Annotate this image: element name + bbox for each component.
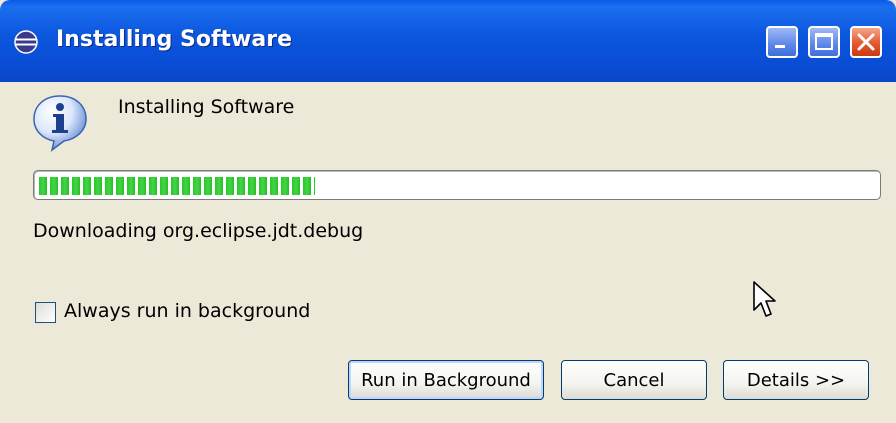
cancel-button[interactable]: Cancel bbox=[561, 360, 707, 400]
checkbox-label[interactable]: Always run in background bbox=[64, 300, 310, 322]
run-in-background-button[interactable]: Run in Background bbox=[348, 360, 544, 400]
close-icon bbox=[857, 33, 875, 51]
close-button[interactable] bbox=[850, 26, 882, 58]
always-run-in-background-checkbox[interactable] bbox=[35, 302, 56, 323]
maximize-icon bbox=[815, 33, 833, 50]
minimize-button[interactable] bbox=[766, 26, 798, 58]
window-title: Installing Software bbox=[56, 27, 292, 52]
eclipse-icon bbox=[14, 30, 38, 54]
progress-fill bbox=[39, 177, 315, 195]
dialog-message: Installing Software bbox=[118, 96, 295, 118]
installing-software-dialog: Installing Software Installing Software … bbox=[0, 0, 896, 423]
mouse-pointer-icon bbox=[752, 280, 778, 322]
minimize-icon bbox=[775, 45, 785, 48]
maximize-button[interactable] bbox=[808, 26, 840, 58]
title-bar[interactable]: Installing Software bbox=[0, 0, 896, 82]
info-icon bbox=[30, 92, 90, 152]
progress-bar bbox=[33, 170, 881, 200]
details-button[interactable]: Details >> bbox=[723, 360, 869, 400]
status-text: Downloading org.eclipse.jdt.debug bbox=[33, 220, 364, 242]
